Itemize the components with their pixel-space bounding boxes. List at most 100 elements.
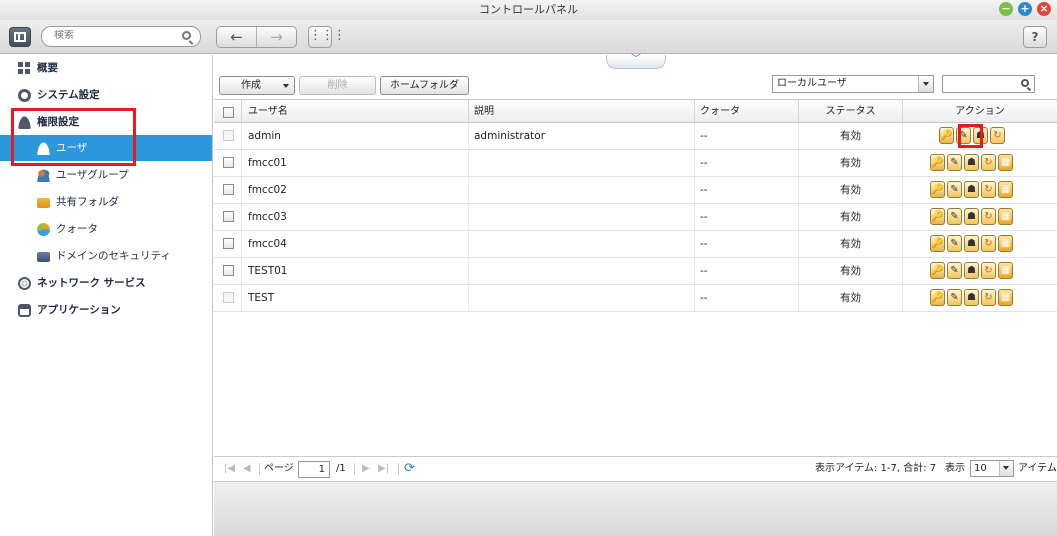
row-select-cell [214,177,242,203]
collapse-toggle[interactable]: ﹀ [606,55,666,69]
sidebar-item-system-settings[interactable]: システム設定 [0,82,212,108]
table-row[interactable]: TEST01 -- 有効 🔑 ✎ ☗ ↻ ▦ [214,258,1057,285]
sidebar-item-shared-folders[interactable]: 共有フォルダ [0,189,212,215]
change-password-icon[interactable]: 🔑 [930,154,945,171]
per-page-select[interactable]: 10 [970,460,1014,477]
edit-profile-icon[interactable]: ✎ [947,154,962,171]
header-quota[interactable]: クォータ [695,100,799,122]
row-checkbox[interactable] [223,211,234,222]
overview-icon [18,62,31,75]
sidebar-item-users[interactable]: ユーザ [0,135,212,161]
application-privilege-icon[interactable]: ▦ [998,181,1013,198]
table-row[interactable]: fmcc04 -- 有効 🔑 ✎ ☗ ↻ ▦ [214,231,1057,258]
table-row[interactable]: fmcc01 -- 有効 🔑 ✎ ☗ ↻ ▦ [214,150,1057,177]
edit-folder-permission-icon[interactable]: ↻ [981,262,996,279]
table-row[interactable]: fmcc03 -- 有効 🔑 ✎ ☗ ↻ ▦ [214,204,1057,231]
apps-grid-button[interactable]: ⋮⋮⋮ [308,26,346,48]
filter-input[interactable] [942,75,1035,93]
application-privilege-icon[interactable]: ▦ [998,262,1013,279]
edit-group-icon[interactable]: ☗ [964,181,979,198]
sidebar-item-network-services[interactable]: ネットワーク サービス [0,270,212,296]
row-checkbox[interactable] [223,184,234,195]
user-description [469,177,695,203]
search-icon[interactable] [1021,79,1029,87]
edit-group-icon[interactable]: ☗ [964,154,979,171]
edit-group-icon[interactable]: ☗ [964,208,979,225]
delete-button[interactable]: 削除 [299,76,376,95]
user-type-select[interactable]: ローカルユーザ [772,75,934,93]
application-privilege-icon[interactable]: ▦ [998,235,1013,252]
minimize-icon[interactable]: − [999,2,1013,16]
forward-button[interactable]: → [256,27,296,47]
edit-folder-permission-icon[interactable]: ↻ [981,235,996,252]
table-row[interactable]: fmcc02 -- 有効 🔑 ✎ ☗ ↻ ▦ [214,177,1057,204]
sidebar-item-label: ユーザ [56,142,88,154]
application-privilege-icon[interactable]: ▦ [998,208,1013,225]
folder-icon [37,198,50,208]
application-icon [18,304,31,317]
search-icon[interactable] [182,31,191,40]
header-name[interactable]: ユーザ名 [242,100,469,122]
edit-folder-permission-icon[interactable]: ↻ [981,181,996,198]
edit-folder-permission-icon[interactable]: ↻ [990,127,1005,144]
row-checkbox[interactable] [223,238,234,249]
search-input[interactable] [54,30,179,41]
change-password-icon[interactable]: 🔑 [930,181,945,198]
last-page-icon[interactable]: ▶| [378,461,389,477]
prev-page-icon[interactable]: ◀ [243,461,251,477]
edit-group-icon[interactable]: ☗ [964,289,979,306]
user-name: admin [242,123,469,149]
table-row[interactable]: admin administrator -- 有効 🔑 ✎ ☗ ↻ [214,123,1057,150]
edit-group-icon[interactable]: ☗ [964,235,979,252]
edit-profile-icon[interactable]: ✎ [947,181,962,198]
user-status: 有効 [799,204,903,230]
home-folder-button[interactable]: ホームフォルダ [380,76,469,95]
first-page-icon[interactable]: |◀ [224,461,235,477]
sidebar-item-label: ドメインのセキュリティ [56,250,171,262]
application-privilege-icon[interactable]: ▦ [998,289,1013,306]
close-icon[interactable]: × [1037,2,1051,16]
change-password-icon[interactable]: 🔑 [930,235,945,252]
user-quota: -- [695,150,799,176]
edit-group-icon[interactable]: ☗ [964,262,979,279]
table-row[interactable]: TEST -- 有効 🔑 ✎ ☗ ↻ ▦ [214,285,1057,312]
user-name: TEST [242,285,469,311]
refresh-icon[interactable]: ⟳ [404,461,415,477]
user-quota: -- [695,177,799,203]
sidebar-item-overview[interactable]: 概要 [0,55,212,81]
sidebar-item-quota[interactable]: クォータ [0,216,212,242]
sidebar-item-applications[interactable]: アプリケーション [0,297,212,323]
sidebar-item-user-groups[interactable]: ユーザグループ [0,162,212,188]
help-button[interactable]: ? [1023,26,1047,48]
page-input[interactable]: 1 [298,461,330,478]
edit-folder-permission-icon[interactable]: ↻ [981,208,996,225]
header-status[interactable]: ステータス [799,100,903,122]
sidebar-item-privilege-settings[interactable]: 権限設定 [0,109,212,135]
row-select-cell [214,231,242,257]
edit-profile-icon[interactable]: ✎ [947,289,962,306]
application-privilege-icon[interactable]: ▦ [998,154,1013,171]
edit-folder-permission-icon[interactable]: ↻ [981,289,996,306]
select-all-checkbox[interactable] [223,107,234,118]
next-page-icon[interactable]: ▶ [362,461,370,477]
edit-folder-permission-icon[interactable]: ↻ [981,154,996,171]
change-password-icon[interactable]: 🔑 [939,127,954,144]
maximize-icon[interactable]: + [1018,2,1032,16]
user-name: fmcc02 [242,177,469,203]
edit-profile-icon[interactable]: ✎ [947,235,962,252]
edit-profile-icon[interactable]: ✎ [947,262,962,279]
row-checkbox[interactable] [223,157,234,168]
row-checkbox[interactable] [223,265,234,276]
pager-divider [398,463,399,475]
change-password-icon[interactable]: 🔑 [930,208,945,225]
create-button[interactable]: 作成 [219,76,295,95]
sidebar-item-domain-security[interactable]: ドメインのセキュリティ [0,243,212,269]
header-description[interactable]: 説明 [469,100,695,122]
user-name: fmcc04 [242,231,469,257]
back-button[interactable]: ← [217,27,256,47]
toggle-sidebar-button[interactable] [9,27,31,47]
change-password-icon[interactable]: 🔑 [930,289,945,306]
edit-profile-icon[interactable]: ✎ [947,208,962,225]
domain-icon [37,252,50,262]
change-password-icon[interactable]: 🔑 [930,262,945,279]
